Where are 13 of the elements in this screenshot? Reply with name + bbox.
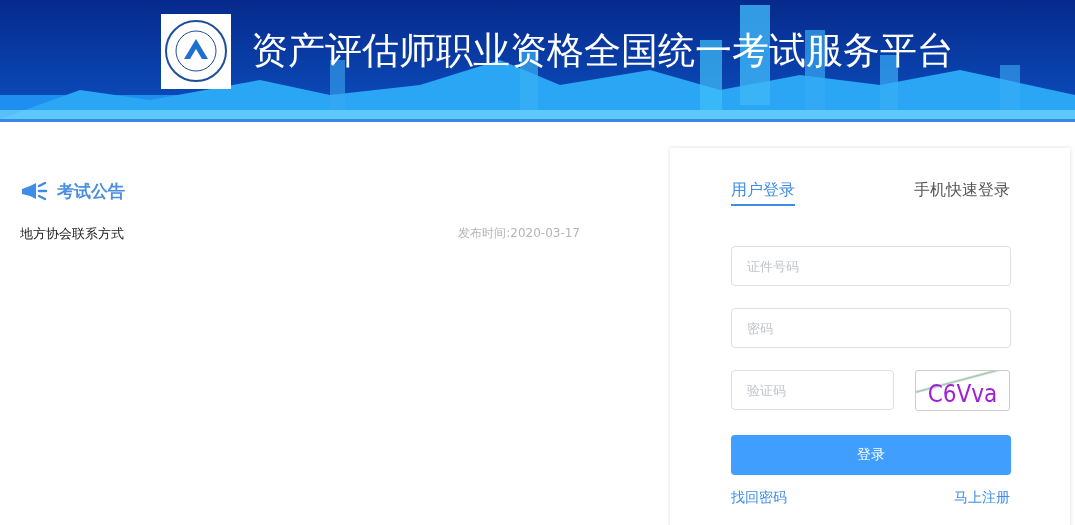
id-number-field[interactable]: 证件号码: [731, 246, 1011, 286]
captcha-field[interactable]: 验证码: [731, 370, 894, 410]
password-field[interactable]: 密码: [731, 308, 1011, 348]
forgot-password-link[interactable]: 找回密码: [731, 489, 787, 507]
notice-link[interactable]: 地方协会联系方式: [20, 225, 124, 243]
login-tab[interactable]: 用户登录: [731, 180, 795, 206]
captcha-image[interactable]: C6Vva: [915, 370, 1010, 411]
login-button[interactable]: 登录: [731, 435, 1011, 475]
page-title: 资产评估师职业资格全国统一考试服务平台: [251, 28, 954, 74]
login-tab[interactable]: 手机快速登录: [914, 180, 1010, 206]
section-title: 考试公告: [57, 179, 125, 203]
register-link[interactable]: 马上注册: [954, 489, 1010, 507]
publish-date: 发布时间:2020-03-17: [458, 225, 580, 242]
